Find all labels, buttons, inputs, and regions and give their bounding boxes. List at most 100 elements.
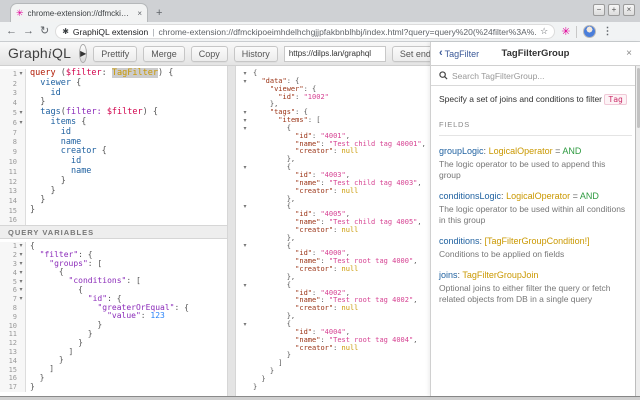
- fold-arrow-icon[interactable]: ▾: [17, 296, 25, 302]
- forward-icon[interactable]: →: [23, 26, 34, 37]
- fold-arrow-icon[interactable]: ▾: [241, 110, 249, 116]
- editor-gutter: [236, 187, 249, 196]
- new-tab-button[interactable]: +: [156, 7, 162, 19]
- fold-arrow-icon[interactable]: ▾: [17, 110, 25, 116]
- endpoint-input[interactable]: [283, 45, 386, 62]
- address-bar[interactable]: ✱ GraphiQL extension | chrome-extension:…: [55, 24, 556, 39]
- variables-editor[interactable]: 1 ▾{2 ▾ "filter": {3 ▾ "groups": [4 ▾ {5 ▾ "c…: [0, 239, 227, 396]
- back-icon[interactable]: ←: [6, 26, 17, 37]
- code-line: 16: [0, 215, 227, 225]
- fold-arrow-icon[interactable]: ▾: [17, 71, 25, 77]
- field-name-link[interactable]: groupLogic: [439, 146, 484, 156]
- editor-gutter: ▾: [236, 164, 249, 172]
- line-number: 13: [8, 347, 17, 356]
- code-line: 15}: [0, 205, 227, 216]
- fold-arrow-icon[interactable]: ▾: [241, 283, 249, 289]
- field-name-link[interactable]: joins: [439, 270, 458, 280]
- graphql-favicon-icon: ✳: [16, 7, 24, 18]
- editor-gutter: [236, 375, 249, 384]
- query-variables-header[interactable]: QUERY VARIABLES: [0, 225, 227, 239]
- doc-close-icon[interactable]: ×: [626, 48, 632, 59]
- doc-back-link[interactable]: ‹ TagFilter: [439, 48, 479, 59]
- browser-toolbar: ← → ↻ ✱ GraphiQL extension | chrome-exte…: [0, 22, 640, 42]
- editor-gutter: [236, 195, 249, 204]
- doc-search-input[interactable]: [452, 70, 632, 81]
- field-name-link[interactable]: conditions: [439, 236, 480, 246]
- result-viewer: ▾{▾ "data": { "viewer": { "id": "1002" }…: [236, 66, 430, 396]
- bookmark-star-icon[interactable]: ☆: [540, 26, 548, 37]
- fold-arrow-icon[interactable]: ▾: [241, 79, 249, 85]
- doc-explorer: ‹ TagFilter TagFilterGroup × Specify a s…: [430, 42, 640, 396]
- code-line: }: [236, 382, 430, 392]
- editor-gutter: 16: [0, 215, 26, 225]
- line-number: 13: [8, 187, 17, 196]
- field-description: The logic operator to be used within all…: [439, 204, 626, 225]
- fold-arrow-icon[interactable]: ▾: [241, 204, 249, 210]
- window-bottom-edge: [0, 396, 640, 400]
- execute-button[interactable]: ▶: [79, 44, 88, 63]
- docs-scrollbar-thumb[interactable]: [636, 68, 640, 128]
- minimize-button[interactable]: −: [593, 4, 605, 16]
- line-number: 11: [8, 167, 17, 176]
- editor-gutter: [236, 297, 249, 306]
- code-text: }: [253, 382, 258, 391]
- editors-area: 1 ▾ query ($filter: TagFilter) {2 viewer {…: [0, 66, 430, 396]
- field-type-link[interactable]: LogicalOperator: [506, 191, 570, 201]
- line-number: 14: [8, 197, 17, 206]
- fold-arrow-icon[interactable]: ▾: [17, 261, 25, 267]
- editor-gutter: [236, 352, 249, 361]
- fold-arrow-icon[interactable]: ▾: [17, 252, 25, 258]
- fold-arrow-icon[interactable]: ▾: [17, 270, 25, 276]
- field-name-link[interactable]: conditionsLogic: [439, 191, 501, 201]
- fields-divider: [439, 135, 632, 136]
- line-number: 10: [8, 158, 17, 167]
- merge-button[interactable]: Merge: [143, 45, 185, 62]
- reload-icon[interactable]: ↻: [40, 26, 49, 37]
- line-number: 12: [8, 177, 17, 186]
- tab-close-icon[interactable]: ×: [137, 9, 142, 18]
- fold-arrow-icon[interactable]: ▾: [17, 120, 25, 126]
- browser-tab[interactable]: ✳ chrome-extension://dfmckipoe ×: [10, 3, 148, 22]
- copy-button[interactable]: Copy: [190, 45, 228, 62]
- history-button[interactable]: History: [233, 45, 278, 62]
- close-window-button[interactable]: ×: [623, 4, 635, 16]
- maximize-button[interactable]: +: [608, 4, 620, 16]
- fold-arrow-icon[interactable]: ▾: [241, 71, 249, 77]
- fold-arrow-icon[interactable]: ▾: [241, 118, 249, 124]
- browser-menu-icon[interactable]: ⋮: [602, 26, 612, 37]
- editor-gutter: 12: [0, 176, 26, 187]
- code-text: [26, 216, 30, 225]
- line-number: 10: [8, 321, 17, 330]
- pane-resize-handle[interactable]: [228, 66, 236, 396]
- line-number: 9: [12, 148, 17, 157]
- editor-gutter: 12: [0, 338, 26, 348]
- prettify-button[interactable]: Prettify: [93, 45, 138, 62]
- doc-field-conditionsLogic: conditionsLogic: LogicalOperator = AND: [439, 191, 632, 201]
- editor-gutter: [236, 250, 249, 259]
- editor-gutter: [236, 313, 249, 321]
- field-type-link[interactable]: [TagFilterGroupCondition!]: [485, 236, 590, 246]
- editor-gutter: 1 ▾: [0, 69, 26, 79]
- fold-arrow-icon[interactable]: ▾: [17, 287, 25, 293]
- field-type-link[interactable]: LogicalOperator: [489, 146, 553, 156]
- fold-arrow-icon[interactable]: ▾: [241, 322, 249, 328]
- tag-type-pill: Tag: [604, 94, 627, 105]
- line-number: 17: [8, 383, 17, 392]
- profile-avatar[interactable]: [583, 25, 597, 38]
- editor-gutter: ▾: [236, 109, 249, 118]
- fold-arrow-icon[interactable]: ▾: [241, 165, 249, 171]
- editor-gutter: 11: [0, 166, 26, 177]
- search-icon: [439, 71, 448, 80]
- editor-gutter: [236, 132, 249, 141]
- fold-arrow-icon[interactable]: ▾: [17, 243, 25, 249]
- query-editor[interactable]: 1 ▾ query ($filter: TagFilter) {2 viewer {…: [0, 66, 227, 225]
- fold-arrow-icon[interactable]: ▾: [17, 279, 25, 285]
- editor-gutter: [236, 171, 249, 180]
- graphiql-extension-icon[interactable]: ✳: [561, 25, 570, 38]
- editor-gutter: [236, 156, 249, 165]
- docs-scrollbar[interactable]: [635, 66, 640, 396]
- field-type-link[interactable]: TagFilterGroupJoin: [462, 270, 538, 280]
- editor-gutter: ▾: [236, 203, 249, 212]
- fold-arrow-icon[interactable]: ▾: [241, 126, 249, 132]
- fold-arrow-icon[interactable]: ▾: [241, 243, 249, 249]
